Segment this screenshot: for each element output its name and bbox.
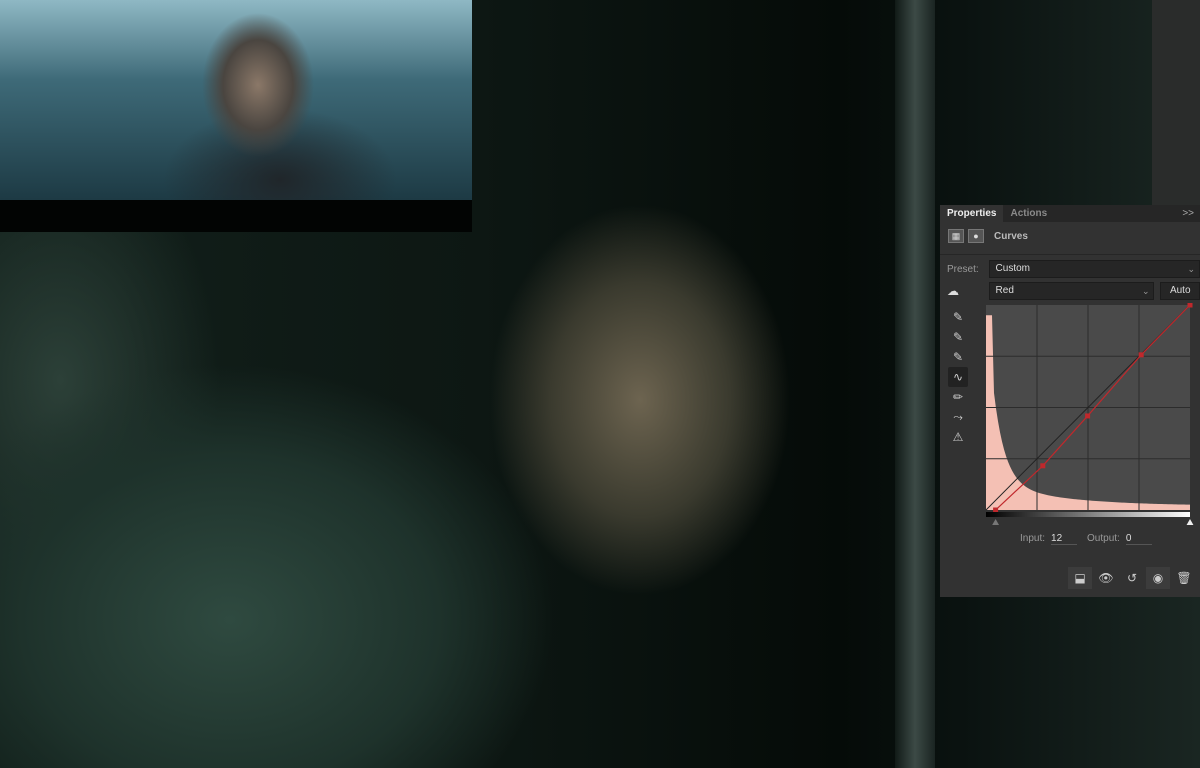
divider <box>940 254 1200 255</box>
input-label: Input: <box>1020 533 1046 544</box>
preset-dropdown[interactable]: Custom ⌄ <box>988 260 1200 278</box>
tab-properties[interactable]: Properties <box>940 205 1004 222</box>
curve-point <box>993 507 999 513</box>
reference-image <box>0 0 472 200</box>
eyedropper-gray-icon[interactable]: ✎ <box>948 327 968 347</box>
background-pillar <box>895 0 935 768</box>
channel-dropdown[interactable]: Red ⌄ <box>988 282 1155 300</box>
chevron-down-icon: ⌄ <box>1141 286 1150 296</box>
output-label: Output: <box>1087 533 1120 544</box>
curve-point <box>1085 413 1091 419</box>
curves-icon[interactable]: ▦ <box>948 229 964 243</box>
on-image-adjust-icon[interactable]: ☁ <box>947 284 983 298</box>
layer-mask-icon[interactable]: ● <box>968 229 984 243</box>
panel-footer: ⬓ 👁 ↺ ◉ 🗑 <box>940 567 1200 589</box>
adjustment-header: ▦ ● Curves <box>940 222 1200 250</box>
properties-panel: Properties Actions >> ▦ ● Curves Preset:… <box>940 205 1200 597</box>
reset-icon[interactable]: ↺ <box>1120 567 1144 589</box>
curve-points-icon[interactable]: ∿ <box>948 367 968 387</box>
channel-value: Red <box>995 285 1014 296</box>
curve-point <box>1040 463 1046 469</box>
preset-value: Custom <box>995 263 1030 274</box>
input-gradient-bar <box>986 512 1190 517</box>
chevron-down-icon: ⌄ <box>1187 264 1195 274</box>
view-previous-icon[interactable]: 👁 <box>1094 567 1118 589</box>
input-field[interactable]: 12 <box>1051 533 1078 545</box>
reference-letterbox <box>0 200 472 232</box>
curves-graph[interactable] <box>980 303 1200 525</box>
curve-tools: ✎ ✎ ✎ ∿ ✏ ⤳ ⚠ <box>948 307 968 447</box>
trash-icon[interactable]: 🗑 <box>1172 567 1196 589</box>
pencil-icon[interactable]: ✏ <box>948 387 968 407</box>
adjustment-title: Curves <box>994 230 1028 242</box>
white-point-slider <box>1186 519 1194 525</box>
clip-to-layer-icon[interactable]: ⬓ <box>1068 567 1092 589</box>
auto-button[interactable]: Auto <box>1160 282 1200 300</box>
preset-label: Preset: <box>947 263 979 275</box>
workspace-background <box>1152 0 1200 205</box>
black-point-slider <box>992 519 1000 525</box>
input-output: Input: 12 Output: 0 <box>1020 533 1152 545</box>
eyedropper-black-icon[interactable]: ✎ <box>948 307 968 327</box>
curve-point <box>1138 352 1144 358</box>
clipping-warning-icon[interactable]: ⚠ <box>948 427 968 447</box>
smooth-icon[interactable]: ⤳ <box>948 407 968 427</box>
panel-tabs: Properties Actions >> <box>940 205 1200 222</box>
curve-point <box>1187 303 1193 308</box>
eyedropper-white-icon[interactable]: ✎ <box>948 347 968 367</box>
tab-actions[interactable]: Actions <box>1003 205 1054 222</box>
double-chevron-right-icon[interactable]: >> <box>1182 205 1194 222</box>
output-field[interactable]: 0 <box>1125 533 1152 545</box>
visibility-eye-icon[interactable]: ◉ <box>1146 567 1170 589</box>
